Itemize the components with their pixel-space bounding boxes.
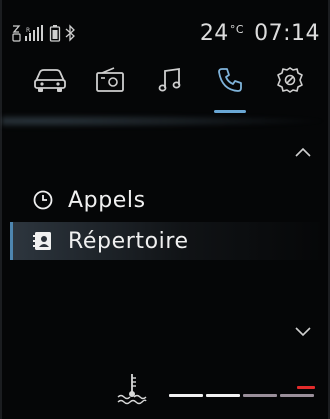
tab-settings[interactable]: [264, 66, 316, 112]
temperature-value: 24: [199, 21, 229, 46]
music-icon: [158, 67, 181, 92]
active-tab-indicator: [214, 110, 246, 113]
scroll-down-button[interactable]: [294, 326, 312, 338]
tab-music[interactable]: [144, 66, 196, 112]
gauge-segment: [169, 394, 203, 397]
car-icon: [34, 69, 66, 92]
tab-bar-glow: [2, 114, 330, 128]
menu-item-appels[interactable]: Appels: [10, 181, 320, 219]
status-icons: R: [12, 24, 76, 42]
coolant-temperature-gauge: [115, 372, 325, 408]
gauge-segment: [206, 394, 240, 397]
clock-icon: [32, 189, 54, 211]
tab-radio[interactable]: [84, 66, 136, 112]
tab-phone[interactable]: [204, 66, 256, 113]
screen: R 24°C 07:14 Appels Répertoire: [0, 0, 330, 419]
phone-icon: [218, 68, 242, 92]
battery-icon: [49, 25, 61, 42]
menu-item-label: Répertoire: [68, 228, 189, 254]
signal-icon: R: [25, 25, 43, 41]
radio-icon: [96, 67, 124, 92]
status-bar: R 24°C 07:14: [12, 18, 320, 48]
gauge-segment: [280, 394, 314, 397]
menu-item-label: Appels: [68, 187, 146, 213]
temperature-unit: °C: [229, 23, 244, 36]
gauge-segments: [169, 394, 314, 397]
tab-bar: [14, 66, 320, 116]
coolant-temperature-icon: [117, 374, 147, 405]
scroll-up-button[interactable]: [294, 146, 312, 158]
bluetooth-icon: [65, 24, 75, 42]
contacts-icon: [32, 230, 54, 252]
tab-vehicle[interactable]: [24, 66, 76, 112]
temperature-display: 24°C: [200, 21, 244, 46]
menu-item-repertoire[interactable]: Répertoire: [10, 222, 320, 260]
sim-icon: [12, 25, 21, 42]
gauge-segment: [243, 394, 277, 397]
gauge-warning-mark: [297, 386, 315, 389]
svg-text:R: R: [26, 27, 30, 34]
clock: 07:14: [254, 21, 320, 46]
settings-icon: [277, 67, 303, 93]
